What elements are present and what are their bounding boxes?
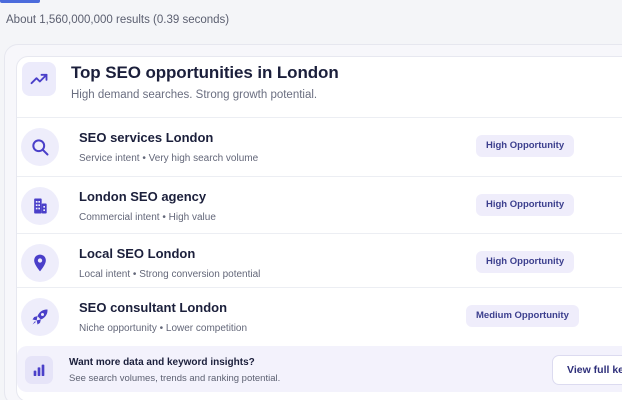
opportunity-badge: High Opportunity: [476, 194, 575, 216]
search-icon: [21, 128, 59, 166]
panel-title: Top SEO opportunities in London: [71, 63, 339, 82]
location-pin-icon: [21, 244, 59, 282]
active-tab-indicator: [0, 0, 40, 3]
opportunity-title[interactable]: Local SEO London: [79, 246, 195, 261]
opportunity-title[interactable]: London SEO agency: [79, 189, 206, 204]
keyword-insights-cta: Want more data and keyword insights? See…: [17, 346, 622, 392]
opportunity-badge: High Opportunity: [476, 251, 575, 273]
opportunity-item[interactable]: SEO consultant London Niche opportunity …: [17, 287, 622, 344]
opportunity-title[interactable]: SEO services London: [79, 130, 213, 145]
opportunity-description: Commercial intent • High value: [79, 212, 216, 223]
view-keyword-report-button[interactable]: View full keyword report: [552, 355, 622, 385]
opportunity-description: Service intent • Very high search volume: [79, 153, 259, 164]
opportunity-description: Local intent • Strong conversion potenti…: [79, 269, 261, 280]
opportunity-title[interactable]: SEO consultant London: [79, 300, 227, 315]
opportunity-badge: High Opportunity: [476, 135, 575, 157]
opportunity-badge: Medium Opportunity: [466, 305, 579, 327]
opportunity-description: Niche opportunity • Lower competition: [79, 323, 248, 334]
opportunity-item[interactable]: Local SEO London Local intent • Strong c…: [17, 233, 622, 290]
opportunity-item[interactable]: London SEO agency Commercial intent • Hi…: [17, 176, 622, 233]
results-stats: About 1,560,000,000 results (0.39 second…: [6, 14, 230, 26]
search-results-page: About 1,560,000,000 results (0.39 second…: [0, 0, 622, 400]
panel-subtitle: High demand searches. Strong growth pote…: [71, 89, 318, 101]
cta-description: See search volumes, trends and ranking p…: [69, 373, 281, 384]
rocket-icon: [21, 298, 59, 336]
opportunity-item[interactable]: SEO services London Service intent • Ver…: [17, 117, 622, 174]
trending-up-icon: [22, 62, 56, 96]
building-icon: [21, 187, 59, 225]
bar-chart-icon: [25, 356, 53, 384]
cta-title: Want more data and keyword insights?: [69, 357, 255, 368]
